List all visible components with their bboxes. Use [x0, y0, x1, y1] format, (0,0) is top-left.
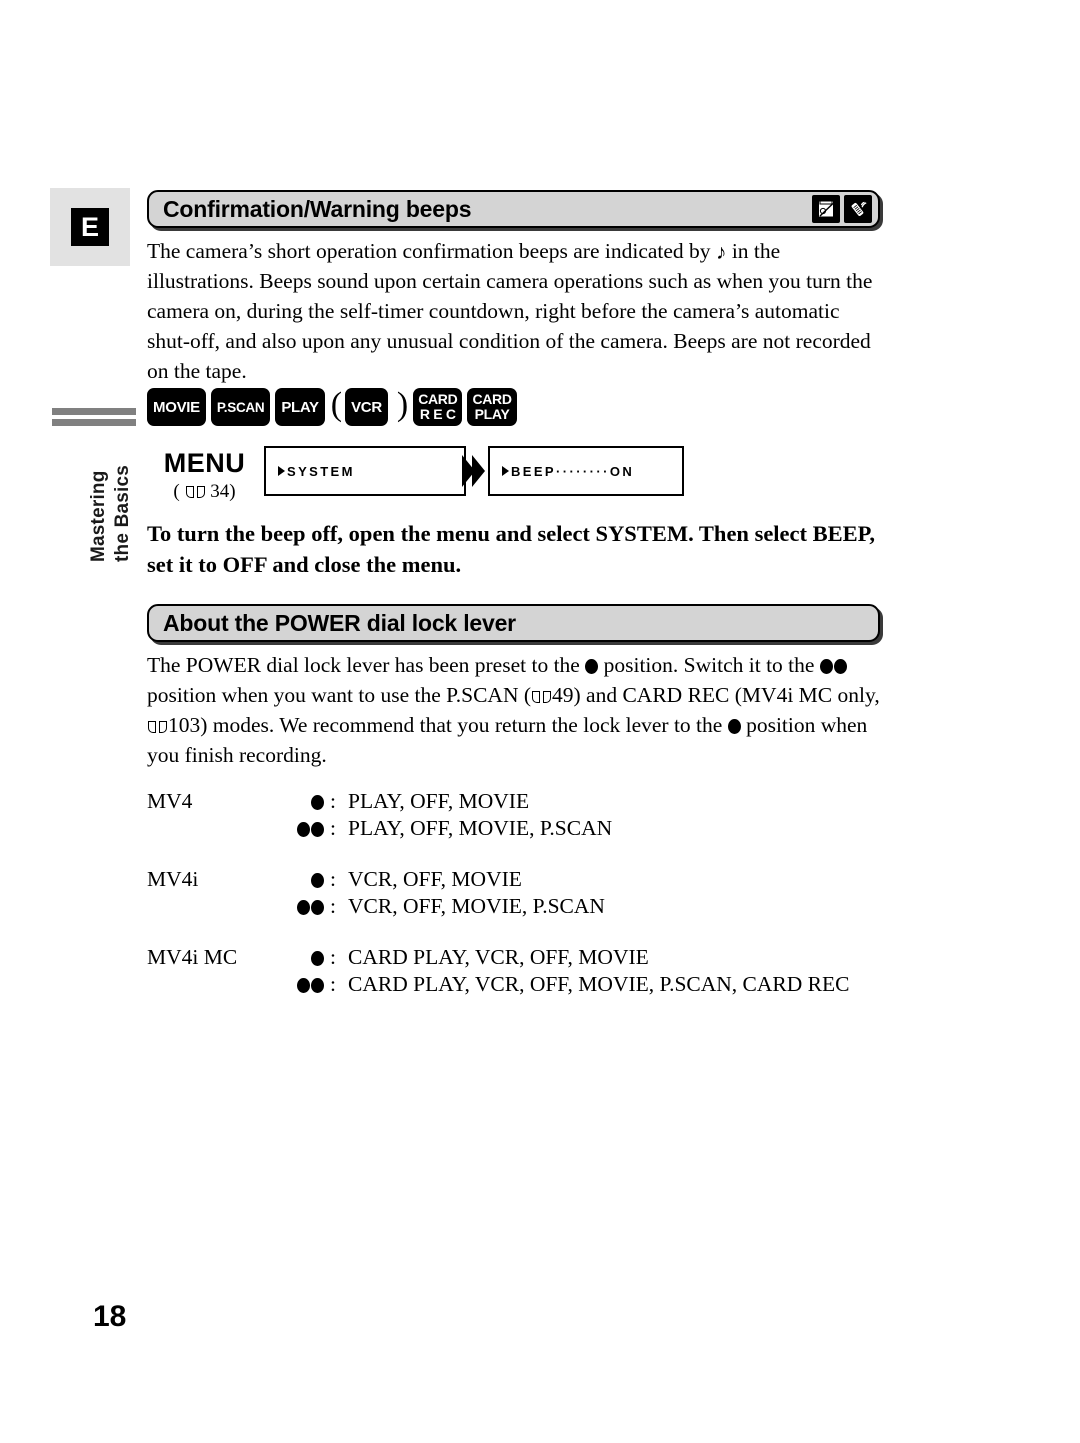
section-header-icons — [812, 195, 872, 223]
language-badge-panel: E — [50, 188, 130, 266]
model-mode-table: MV4 : PLAY, OFF, MOVIE : PLAY, OFF, MOVI… — [147, 788, 907, 1022]
music-note-icon: ♪ — [715, 240, 727, 264]
section-title-beeps: Confirmation/Warning beeps — [163, 195, 472, 222]
model-modes-mv4-double: PLAY, OFF, MOVIE, P.SCAN — [348, 816, 613, 840]
cursor-triangle-icon-2 — [502, 466, 509, 476]
mode-badge-card-play-line1: CARD — [472, 391, 512, 407]
mode-badge-movie-label: MOVIE — [153, 398, 200, 416]
remote-control-icon — [844, 195, 872, 223]
menu-ref-close: ) — [229, 481, 236, 502]
table-row: MV4 : PLAY, OFF, MOVIE — [147, 788, 907, 815]
row-colon: : — [330, 816, 336, 840]
flow-arrow-icon — [462, 455, 485, 487]
paren-open: ( — [330, 386, 343, 423]
beeps-intro-text: The camera’s short operation confirmatio… — [147, 239, 711, 263]
power-text-part1: The POWER dial lock lever has been prese… — [147, 653, 580, 677]
power-text-part4: ) and CARD REC (MV4i MC only, — [573, 683, 880, 707]
lcd-beep-text: BEEP········ON — [511, 463, 635, 479]
lock-position-dots-double — [272, 971, 330, 998]
mode-badge-play-label: PLAY — [281, 398, 319, 416]
power-ref-pscan: 49 — [552, 683, 574, 707]
mode-badge-pscan: P.SCAN — [210, 388, 271, 426]
page-number: 18 — [93, 1300, 127, 1333]
model-modes-mv4i-mc-single: CARD PLAY, VCR, OFF, MOVIE — [348, 945, 649, 969]
lock-position-dots-double — [272, 815, 330, 842]
paren-close: ) — [396, 386, 409, 423]
row-colon: : — [330, 894, 336, 918]
mode-badge-card-rec-line2: R E C — [419, 406, 456, 422]
power-ref-cardrec: 103 — [168, 713, 201, 737]
model-group-mv4i-mc: MV4i MC : CARD PLAY, VCR, OFF, MOVIE : C… — [147, 944, 907, 998]
cursor-triangle-icon — [278, 466, 285, 476]
model-name-mv4: MV4 — [147, 789, 193, 813]
tab-rule-top — [52, 408, 136, 415]
mode-badge-card-play-line2: PLAY — [474, 406, 510, 422]
section-header-beeps: Confirmation/Warning beeps — [147, 190, 880, 228]
menu-word: MENU — [163, 448, 246, 478]
power-text-part3: position when you want to use the P.SCAN… — [147, 683, 532, 707]
table-row: : VCR, OFF, MOVIE, P.SCAN — [147, 893, 907, 920]
menu-ref-open: ( — [173, 481, 180, 502]
lock-position-dots-single — [272, 866, 330, 893]
lock-position-dots-single — [272, 788, 330, 815]
language-badge: E — [71, 208, 109, 246]
mode-badge-movie: MOVIE — [147, 388, 206, 426]
book-icon-pscan — [532, 689, 552, 704]
lock-position-dots-single — [272, 944, 330, 971]
book-icon-cardrec — [148, 719, 167, 734]
section-title-power-dial: About the POWER dial lock lever — [163, 609, 516, 636]
chapter-tab-label: Mastering the Basics — [52, 430, 136, 570]
lcd-screen-beep: BEEP········ON — [488, 446, 684, 496]
table-row: MV4i MC : CARD PLAY, VCR, OFF, MOVIE — [147, 944, 907, 971]
mode-badge-card-play: CARD PLAY — [467, 388, 517, 426]
menu-label-block: MENU ( 34) — [152, 448, 257, 503]
model-modes-mv4i-mc-double: CARD PLAY, VCR, OFF, MOVIE, P.SCAN, CARD… — [348, 972, 850, 996]
model-name-mv4i: MV4i — [147, 867, 199, 891]
section-header-power-dial: About the POWER dial lock lever — [147, 604, 880, 642]
model-name-mv4i-mc: MV4i MC — [147, 945, 238, 969]
lcd-screen-system: SYSTEM — [264, 446, 466, 496]
lock-position-dots-double — [272, 893, 330, 920]
mode-badge-card-rec-line1: CARD — [418, 391, 458, 407]
tab-rule-bottom — [52, 419, 136, 426]
chapter-tab-line-2: the Basics — [112, 464, 133, 562]
menu-page-reference: ( 34) — [152, 481, 257, 503]
tape-crossed-icon — [812, 195, 840, 223]
single-dot-icon-2 — [727, 719, 741, 734]
double-dot-icon-b — [833, 659, 847, 674]
row-colon: : — [330, 972, 336, 996]
model-group-mv4i: MV4i : VCR, OFF, MOVIE : VCR, OFF, MOVIE… — [147, 866, 907, 920]
power-text-part2: position. Switch it to the — [603, 653, 815, 677]
model-group-mv4: MV4 : PLAY, OFF, MOVIE : PLAY, OFF, MOVI… — [147, 788, 907, 842]
table-row: : CARD PLAY, VCR, OFF, MOVIE, P.SCAN, CA… — [147, 971, 907, 998]
row-colon: : — [330, 789, 336, 813]
chapter-tab-rules — [52, 408, 136, 426]
mode-badge-row: MOVIE P.SCAN PLAY ( VCR ) CARD R E C CAR… — [147, 388, 522, 426]
instruction-text: To turn the beep off, open the menu and … — [147, 521, 875, 577]
table-row: MV4i : VCR, OFF, MOVIE — [147, 866, 907, 893]
table-row: : PLAY, OFF, MOVIE, P.SCAN — [147, 815, 907, 842]
double-dot-icon-a — [819, 659, 833, 674]
mode-badge-play: PLAY — [275, 388, 325, 426]
single-dot-icon — [585, 659, 599, 674]
chapter-tab-line-1: Mastering — [88, 470, 109, 562]
body-text-beeps: The camera’s short operation confirmatio… — [147, 236, 882, 386]
menu-ref-page: 34 — [210, 481, 230, 502]
lcd-system-text: SYSTEM — [287, 463, 355, 479]
row-colon: : — [330, 867, 336, 891]
book-icon — [185, 484, 205, 499]
row-colon: : — [330, 945, 336, 969]
power-text-part5: ) modes. We recommend that you return th… — [200, 713, 723, 737]
mode-badge-card-rec: CARD R E C — [413, 388, 463, 426]
mode-badge-pscan-label: P.SCAN — [216, 399, 265, 415]
model-modes-mv4i-double: VCR, OFF, MOVIE, P.SCAN — [348, 894, 605, 918]
body-text-power-dial: The POWER dial lock lever has been prese… — [147, 650, 882, 770]
model-modes-mv4i-single: VCR, OFF, MOVIE — [348, 867, 522, 891]
mode-badge-vcr-label: VCR — [351, 398, 382, 416]
model-modes-mv4-single: PLAY, OFF, MOVIE — [348, 789, 530, 813]
mode-badge-vcr: VCR — [345, 388, 388, 426]
